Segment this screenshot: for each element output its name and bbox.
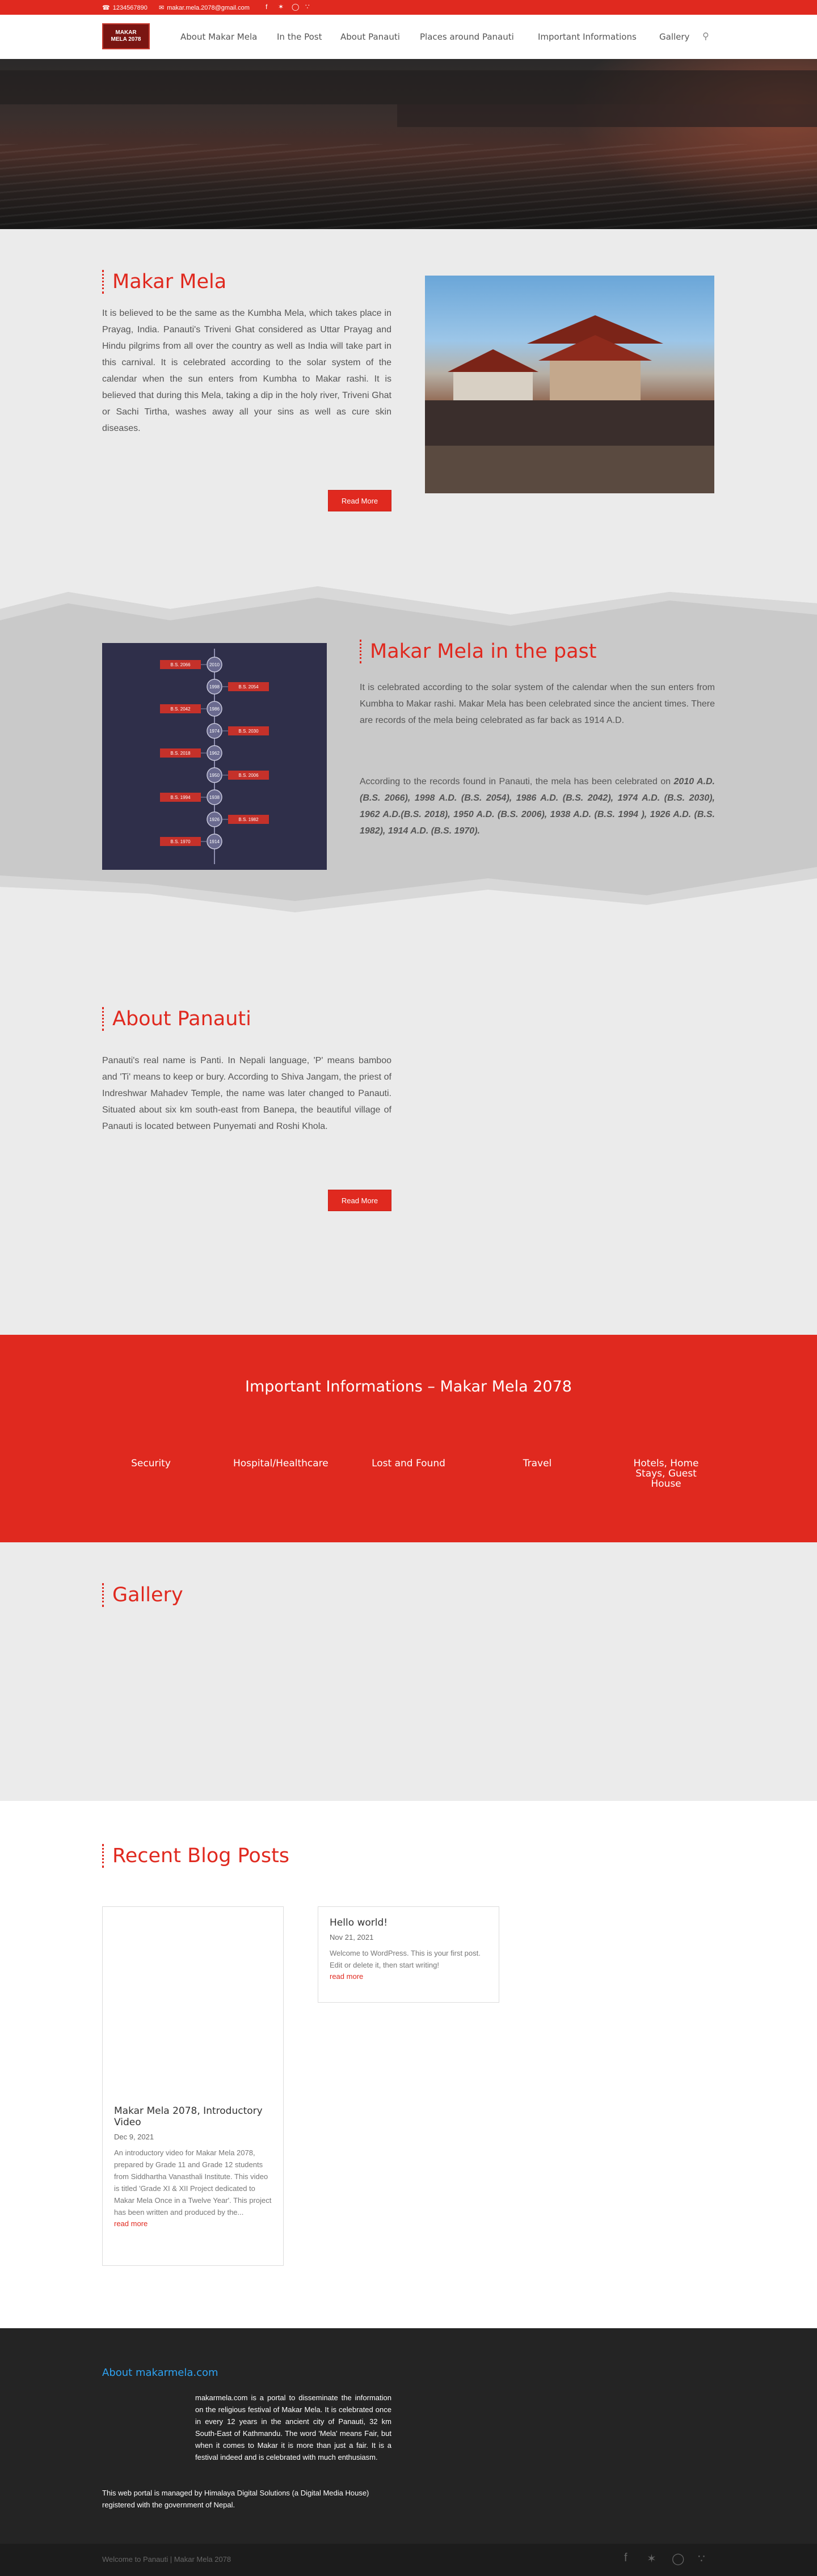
makar-mela-past-section: 2010 B.S. 2066 1998 B.S. 2054 1986 B.S. 2042 1… <box>0 569 817 921</box>
nav-places-around-panauti[interactable]: Places around Panauti <box>420 32 514 42</box>
panauti-read-more-button[interactable]: Read More <box>328 1190 391 1211</box>
timeline-image: 2010 B.S. 2066 1998 B.S. 2054 1986 B.S. 2042 1… <box>102 643 327 870</box>
blog-card-video-placeholder <box>103 1907 283 2105</box>
timeline-year-tag-label: B.S. 2030 <box>238 729 259 734</box>
blog-card[interactable]: Makar Mela 2078, Introductory Video Dec … <box>102 1906 284 2266</box>
nav-gallery[interactable]: Gallery <box>659 32 689 42</box>
important-info-title: Important Informations – Makar Mela 2078 <box>245 1378 572 1395</box>
timeline-node-label: 1914 <box>209 839 220 844</box>
footer-about-title: About makarmela.com <box>102 2367 218 2379</box>
makar-mela-text: It is believed to be the same as the Kum… <box>102 308 391 433</box>
info-lost-found[interactable]: Lost and Found <box>369 1458 448 1469</box>
important-info-section: Important Informations – Makar Mela 2078… <box>0 1335 817 1542</box>
past-paragraph-1: It is celebrated according to the solar … <box>360 683 715 725</box>
hero-banner <box>0 59 817 229</box>
rss-icon[interactable]: ∵ <box>698 2552 705 2566</box>
envelope-icon: ✉ <box>159 5 165 11</box>
timeline-node-label: 1926 <box>209 817 220 822</box>
timeline-year-tag-label: B.S. 2066 <box>170 662 191 667</box>
facebook-icon[interactable]: f <box>266 3 267 11</box>
top-bar: ☎ 1234567890 ✉ makar.mela.2078@gmail.com… <box>0 0 817 15</box>
blog-card-read-more[interactable]: read more <box>330 1972 487 1981</box>
panauti-text: Panauti's real name is Panti. In Nepali … <box>102 1056 391 1131</box>
gallery-title: Gallery <box>102 1583 183 1607</box>
nav-important-informations[interactable]: Important Informations <box>538 32 637 42</box>
twitter-icon[interactable]: ✶ <box>647 2552 656 2566</box>
timeline-year-tag-label: B.S. 1970 <box>170 839 191 844</box>
timeline-year-tag-label: B.S. 2042 <box>170 707 191 712</box>
temple-illustration <box>425 315 714 493</box>
nav-about-panauti[interactable]: About Panauti <box>340 32 400 42</box>
timeline-year-tag-label: B.S. 1982 <box>238 817 259 822</box>
contact-email[interactable]: ✉ makar.mela.2078@gmail.com <box>159 4 250 12</box>
blog-card-excerpt: An introductory video for Makar Mela 207… <box>114 2148 272 2217</box>
blog-title: Recent Blog Posts <box>102 1844 289 1868</box>
site-logo[interactable]: MAKAR MELA 2078 <box>102 23 150 49</box>
temple-photo <box>425 276 714 493</box>
gallery-section: Gallery <box>0 1542 817 1801</box>
info-hospital[interactable]: Hospital/Healthcare <box>233 1458 329 1469</box>
instagram-icon[interactable]: ◯ <box>672 2552 684 2566</box>
makar-mela-section: Makar Mela It is believed to be the same… <box>0 229 817 569</box>
timeline-year-tag-label: B.S. 2006 <box>238 773 259 778</box>
timeline-year-tag-label: B.S. 1994 <box>170 795 191 800</box>
footer-managed-text: This web portal is managed by Himalaya D… <box>102 2489 369 2509</box>
footer-about-text: makarmela.com is a portal to disseminate… <box>195 2393 391 2461</box>
phone-icon: ☎ <box>102 5 110 11</box>
footer-widgets: About makarmela.com makarmela.com is a p… <box>0 2328 817 2544</box>
blog-card-title[interactable]: Hello world! <box>330 1917 487 1928</box>
footer-bottom-bar: Welcome to Panauti | Makar Mela 2078 f ✶… <box>0 2544 817 2576</box>
blog-card-excerpt: Welcome to WordPress. This is your first… <box>330 1949 481 1969</box>
about-panauti-section: About Panauti Panauti's real name is Pan… <box>0 921 817 1335</box>
main-header: MAKAR MELA 2078 About Makar Mela In the … <box>0 15 817 59</box>
past-title: Makar Mela in the past <box>360 640 597 663</box>
timeline-node-label: 1962 <box>209 751 220 756</box>
instagram-icon[interactable]: ◯ <box>292 3 299 11</box>
blog-card[interactable]: Hello world! Nov 21, 2021 Welcome to Wor… <box>318 1906 499 2003</box>
timeline-node-label: 1950 <box>209 773 220 778</box>
phone-text: 1234567890 <box>112 4 148 11</box>
timeline-year-tag-label: B.S. 2054 <box>238 684 259 690</box>
info-security[interactable]: Security <box>111 1458 191 1469</box>
footer-copyright: Welcome to Panauti | Makar Mela 2078 <box>102 2555 231 2564</box>
blog-card-date: Dec 9, 2021 <box>114 2133 154 2141</box>
blog-card-title[interactable]: Makar Mela 2078, Introductory Video <box>114 2105 272 2128</box>
email-text: makar.mela.2078@gmail.com <box>167 4 250 11</box>
info-hotels[interactable]: Hotels, Home Stays, Guest House <box>626 1458 706 1489</box>
makar-mela-title: Makar Mela <box>102 270 226 294</box>
hero-silhouette <box>0 70 817 127</box>
info-travel[interactable]: Travel <box>498 1458 577 1469</box>
timeline-graphic: 2010 B.S. 2066 1998 B.S. 2054 1986 B.S. 2042 1… <box>160 649 269 864</box>
timeline-node-label: 1974 <box>209 729 220 734</box>
timeline-node-label: 1938 <box>209 795 220 800</box>
past-paragraph-2: According to the records found in Panaut… <box>360 773 715 839</box>
rss-icon[interactable]: ∵ <box>305 3 310 11</box>
logo-text-line2: MELA 2078 <box>111 36 141 43</box>
timeline-node-label: 1986 <box>209 707 220 712</box>
search-icon[interactable]: ⚲ <box>702 31 709 42</box>
blog-card-date: Nov 21, 2021 <box>330 1933 374 1941</box>
logo-text-line1: MAKAR <box>115 29 137 36</box>
recent-blog-section: Recent Blog Posts Makar Mela 2078, Intro… <box>0 1801 817 2328</box>
past-paragraph-2-prefix: According to the records found in Panaut… <box>360 777 674 786</box>
timeline-year-tag-label: B.S. 2018 <box>170 751 191 756</box>
nav-about-makar-mela[interactable]: About Makar Mela <box>180 32 257 42</box>
nav-in-the-post[interactable]: In the Post <box>277 32 322 42</box>
contact-phone[interactable]: ☎ 1234567890 <box>102 4 148 12</box>
facebook-icon[interactable]: f <box>624 2552 628 2565</box>
twitter-icon[interactable]: ✶ <box>278 3 284 11</box>
blog-card-read-more[interactable]: read more <box>114 2219 272 2228</box>
timeline-node-label: 1998 <box>209 684 220 690</box>
makar-read-more-button[interactable]: Read More <box>328 490 391 511</box>
panauti-title: About Panauti <box>102 1007 251 1031</box>
timeline-node-label: 2010 <box>209 662 220 667</box>
